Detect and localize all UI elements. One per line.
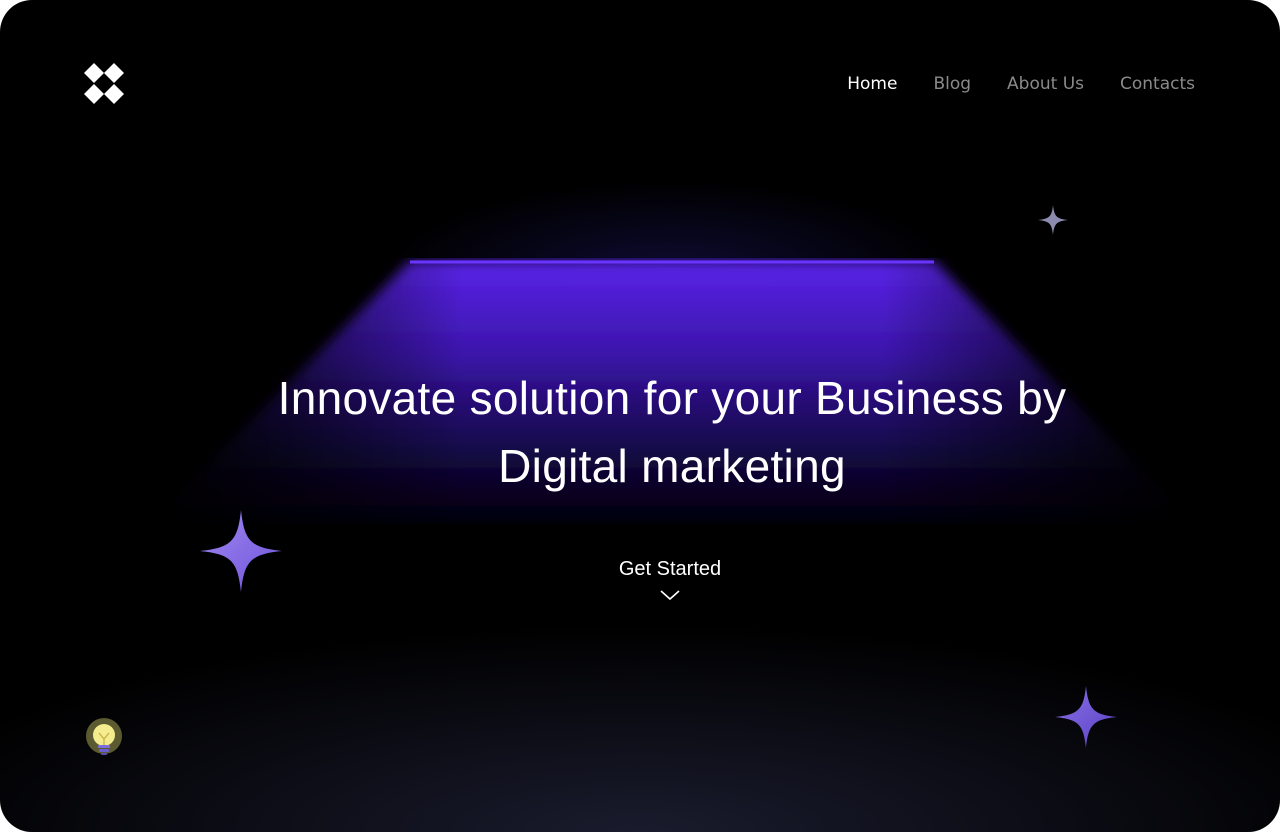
hero-title-line-1: Innovate solution for your Business by xyxy=(277,372,1067,424)
nav-item-home[interactable]: Home xyxy=(847,74,897,94)
nav-item-contacts[interactable]: Contacts xyxy=(1120,74,1195,94)
get-started-button[interactable]: Get Started xyxy=(540,556,800,602)
get-started-label: Get Started xyxy=(618,558,722,580)
landing-page: Home Blog About Us Contacts Innovate sol… xyxy=(0,0,1280,832)
nav-item-about-us[interactable]: About Us xyxy=(1007,74,1084,94)
four-point-star-icon xyxy=(1055,686,1117,748)
four-diamond-logo-icon[interactable] xyxy=(82,62,126,106)
four-point-star-icon xyxy=(1038,205,1068,235)
chevron-down-icon xyxy=(660,590,680,601)
four-point-star-icon xyxy=(200,510,282,592)
lightbulb-icon[interactable] xyxy=(84,718,124,760)
main-nav: Home Blog About Us Contacts xyxy=(847,74,1195,94)
hero-title-line-2: Digital marketing xyxy=(498,440,846,492)
nav-item-blog[interactable]: Blog xyxy=(933,74,971,94)
hero-title: Innovate solution for your Business by D… xyxy=(172,364,1172,500)
